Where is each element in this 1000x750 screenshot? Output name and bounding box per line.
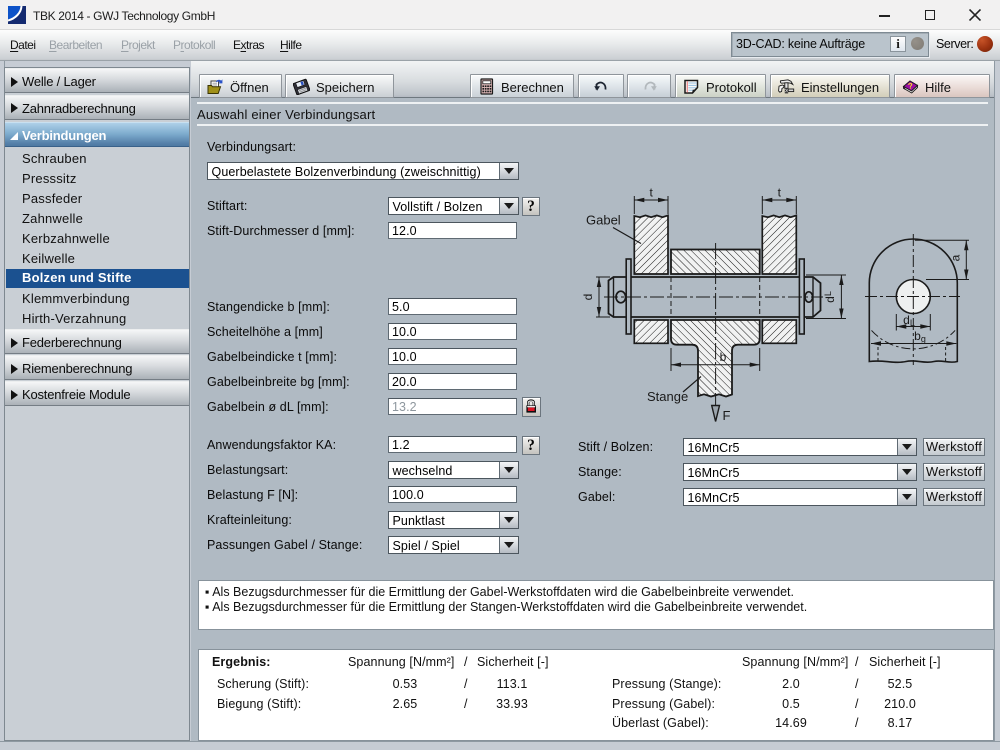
svg-text:bg: bg: [914, 329, 926, 344]
svg-text:Gabel: Gabel: [586, 213, 621, 228]
svg-text:F: F: [723, 408, 731, 423]
svg-text:b: b: [720, 350, 727, 364]
svg-text:dL: dL: [903, 313, 915, 328]
svg-text:Stange: Stange: [647, 389, 688, 404]
svg-text:t: t: [778, 186, 782, 200]
svg-text:d: d: [581, 294, 595, 301]
svg-text:a: a: [949, 254, 963, 261]
svg-text:dL: dL: [823, 291, 837, 303]
svg-text:t: t: [649, 186, 653, 200]
